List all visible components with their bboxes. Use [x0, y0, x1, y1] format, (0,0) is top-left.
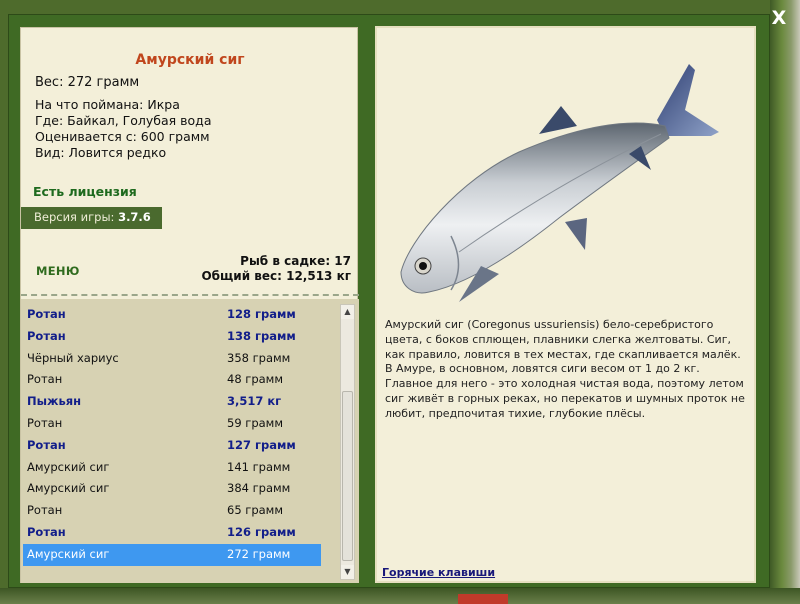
- catch-list: Ротан 128 грамм Ротан 138 грамм Чёрный хариу…: [23, 304, 321, 566]
- bait-line: На что поймана: Икра: [35, 97, 180, 112]
- scroll-up-arrow-icon[interactable]: ▲: [341, 305, 354, 319]
- catch-fish-name: Амурский сиг: [27, 459, 110, 474]
- kind-line: Вид: Ловится редко: [35, 145, 167, 160]
- catch-fish-weight: 141 грамм: [227, 459, 291, 474]
- catch-list-row[interactable]: Ротан 127 грамм: [23, 435, 321, 457]
- version-label: Версия игры:: [34, 210, 115, 224]
- catch-fish-name: Ротан: [27, 372, 63, 387]
- fish-image: [400, 64, 719, 302]
- catch-fish-name: Амурский сиг: [27, 481, 110, 496]
- fish-picture-panel: Амурский сиг (Coregonus ussuriensis) бел…: [375, 26, 756, 583]
- catch-list-row[interactable]: Пыжьян 3,517 кг: [23, 391, 321, 413]
- version-value: 3.7.6: [118, 210, 151, 224]
- catch-fish-weight: 48 грамм: [227, 372, 284, 387]
- catch-list-row[interactable]: Ротан 138 грамм: [23, 326, 321, 348]
- hotkeys-link[interactable]: Горячие клавиши: [382, 566, 495, 579]
- keepnet-total-weight: Общий вес: 12,513 кг: [201, 269, 351, 283]
- catch-list-row[interactable]: Чёрный хариус 358 грамм: [23, 348, 321, 370]
- background-scenery-right: [770, 0, 800, 604]
- catch-fish-name: Чёрный хариус: [27, 350, 119, 365]
- catch-fish-weight: 272 грамм: [227, 546, 291, 561]
- background-scenery-bottom: [0, 588, 800, 604]
- catch-list-row[interactable]: Ротан 65 грамм: [23, 500, 321, 522]
- catch-fish-name: Ротан: [27, 437, 66, 452]
- version-box: Версия игры: 3.7.6: [21, 207, 162, 229]
- scroll-thumb[interactable]: [342, 391, 353, 561]
- keepnet-count: Рыб в садке: 17: [240, 254, 351, 268]
- valued-line: Оценивается с: 600 грамм: [35, 129, 210, 144]
- catch-fish-name: Ротан: [27, 503, 63, 518]
- menu-button[interactable]: МЕНЮ: [36, 264, 80, 278]
- close-button[interactable]: X: [768, 6, 790, 30]
- catch-list-row[interactable]: Ротан 128 грамм: [23, 304, 321, 326]
- fish-info-lines: На что поймана: Икра Где: Байкал, Голуба…: [35, 97, 211, 161]
- catch-list-row[interactable]: Амурский сиг 141 грамм: [23, 457, 321, 479]
- catch-fish-name: Ротан: [27, 415, 63, 430]
- catch-list-row[interactable]: Амурский сиг 272 грамм: [23, 543, 321, 566]
- background-red-tab: [458, 594, 508, 604]
- scroll-down-arrow-icon[interactable]: ▼: [341, 565, 354, 579]
- catch-fish-weight: 3,517 кг: [227, 394, 282, 409]
- fish-description: Амурский сиг (Coregonus ussuriensis) бел…: [385, 318, 745, 420]
- catch-fish-name: Амурский сиг: [27, 546, 110, 561]
- catch-fish-weight: 127 грамм: [227, 437, 296, 452]
- catch-fish-name: Пыжьян: [27, 394, 82, 409]
- catch-fish-weight: 384 грамм: [227, 481, 291, 496]
- catch-fish-name: Ротан: [27, 524, 66, 539]
- catch-list-row[interactable]: Ротан 126 грамм: [23, 522, 321, 544]
- divider: [21, 294, 359, 296]
- keepnet-summary: Рыб в садке: 17 Общий вес: 12,513 кг: [201, 254, 351, 284]
- catch-list-scrollbar[interactable]: ▲ ▼: [340, 304, 355, 580]
- catch-list-area: Ротан 128 грамм Ротан 138 грамм Чёрный хариу…: [21, 299, 359, 583]
- fish-details-panel: Амурский сиг Вес: 272 грамм На что пойма…: [20, 27, 359, 583]
- catch-fish-name: Ротан: [27, 307, 66, 321]
- license-status: Есть лицензия: [33, 184, 137, 199]
- catch-list-row[interactable]: Ротан 59 грамм: [23, 413, 321, 435]
- catch-fish-name: Ротан: [27, 328, 66, 343]
- catch-fish-weight: 65 грамм: [227, 503, 284, 518]
- catch-fish-weight: 59 грамм: [227, 415, 284, 430]
- catch-list-row[interactable]: Амурский сиг 384 грамм: [23, 478, 321, 500]
- catch-fish-weight: 128 грамм: [227, 307, 296, 321]
- fish-title: Амурский сиг: [135, 52, 245, 68]
- catch-fish-weight: 126 грамм: [227, 524, 296, 539]
- catch-fish-weight: 358 грамм: [227, 350, 291, 365]
- fish-weight: Вес: 272 грамм: [35, 75, 140, 90]
- catch-list-row[interactable]: Ротан 48 грамм: [23, 369, 321, 391]
- catch-fish-weight: 138 грамм: [227, 328, 296, 343]
- location-line: Где: Байкал, Голубая вода: [35, 113, 212, 128]
